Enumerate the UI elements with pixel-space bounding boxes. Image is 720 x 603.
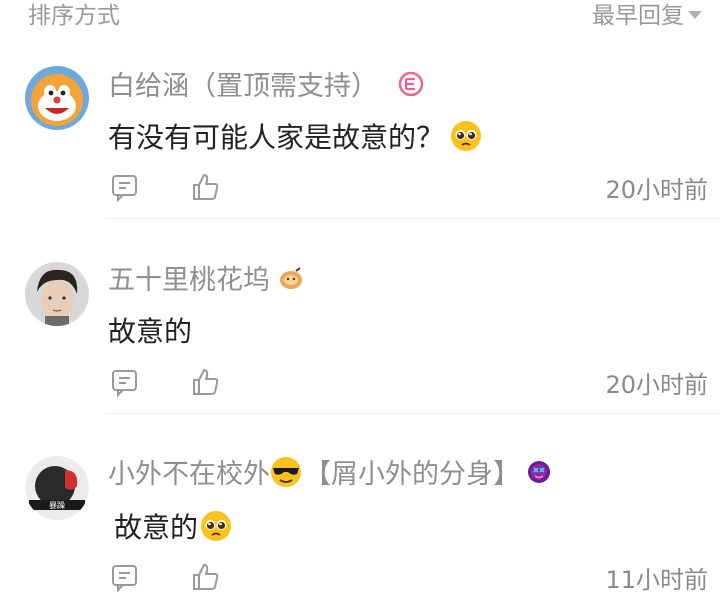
divider: [105, 218, 720, 219]
username[interactable]: 小外不在校外 【屑小外的分身】: [108, 452, 552, 491]
username[interactable]: 五十里桃花坞: [108, 258, 304, 297]
svg-text:暴躁: 暴躁: [49, 501, 65, 510]
reply-icon[interactable]: [110, 562, 140, 593]
username-text: 小外不在校外: [108, 459, 270, 490]
sort-value: 最早回复: [592, 3, 684, 29]
avatar[interactable]: [25, 66, 89, 130]
username[interactable]: 白给涵（置顶需支持）: [108, 64, 424, 103]
reply-icon[interactable]: [110, 367, 140, 398]
comment-content: 有没有可能人家是故意的？: [108, 116, 482, 156]
like-icon[interactable]: [190, 562, 220, 592]
comment-text: 有没有可能人家是故意的？: [108, 121, 445, 154]
username-text: 五十里桃花坞: [108, 265, 270, 296]
sunglasses-face-icon: [270, 456, 302, 488]
avatar[interactable]: [25, 262, 89, 326]
avatar[interactable]: 暴躁: [25, 456, 89, 520]
badge-icon: [526, 459, 552, 485]
sort-dropdown[interactable]: 最早回复: [592, 0, 702, 30]
timestamp: 20小时前: [605, 371, 708, 399]
timestamp: 20小时前: [605, 176, 708, 204]
comment-text: 故意的: [114, 511, 199, 544]
timestamp: 11小时前: [605, 566, 708, 594]
comment-actions: 20小时前: [108, 172, 708, 206]
comment-actions: 20小时前: [108, 367, 708, 401]
username-suffix: 【屑小外的分身】: [304, 459, 520, 490]
like-icon[interactable]: [190, 367, 220, 397]
username-text: 白给涵（置顶需支持）: [108, 71, 378, 102]
pleading-face-icon: [200, 510, 232, 542]
sort-label: 排序方式: [28, 3, 120, 29]
comment-text: 故意的: [108, 315, 193, 348]
comment-content: 故意的: [114, 506, 232, 546]
reply-icon[interactable]: [110, 172, 140, 203]
comment-content: 故意的: [108, 310, 192, 350]
comment-actions: 11小时前: [108, 562, 708, 596]
badge-icon: [278, 265, 304, 291]
like-icon[interactable]: [190, 172, 220, 202]
caret-down-icon: [688, 11, 702, 19]
pleading-face-icon: [450, 120, 482, 152]
sort-bar: 排序方式 最早回复: [0, 0, 720, 36]
divider: [105, 413, 720, 414]
level-badge-icon: [398, 71, 424, 97]
